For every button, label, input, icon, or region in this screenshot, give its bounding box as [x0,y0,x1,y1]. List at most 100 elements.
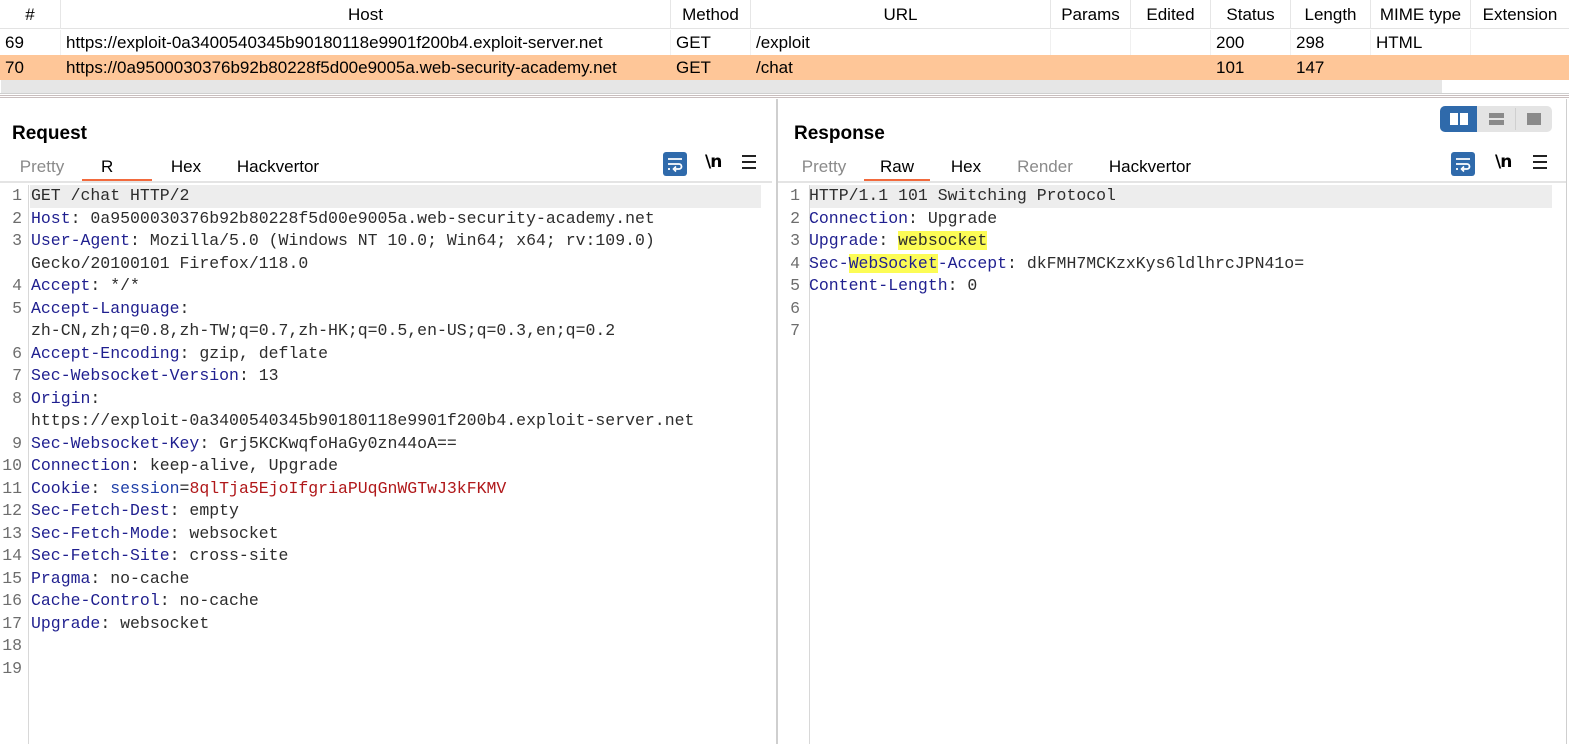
response-editor[interactable]: 1 HTTP/1.1 101 Switching Protocol 2 Connect… [780,185,1552,744]
response-pane: Response Pretty Raw Hex Render Hackverto… [778,98,1569,744]
header-value: : dkFMH7MCKzxKys6ldlhrcJPN41o= [1007,253,1305,273]
line-content: Host: 0a9500030376b92b80228f5d00e9005a.w… [31,208,655,231]
editor-line: 17 Upgrade: websocket [0,613,760,636]
table-header: # Host Method URL Params Edited Status L… [0,0,1569,29]
tab-hex[interactable]: Hex [940,153,992,181]
hamburger-menu-icon[interactable] [1533,152,1547,172]
line-content: Upgrade: websocket [809,230,988,253]
hamburger-menu-icon[interactable] [742,152,756,172]
tab-raw[interactable]: Raw [864,153,930,182]
column-header-status[interactable]: Status [1211,0,1291,29]
editor-line: 2 Connection: Upgrade [780,208,1540,231]
line-content: Connection: keep-alive, Upgrade [31,455,338,478]
header-value: : no-cache [159,591,259,610]
line-number: 3 [12,231,22,250]
editor-line: 6 Accept-Encoding: gzip, deflate [0,343,760,366]
cell-status: 200 [1211,30,1291,55]
header-value: session [110,478,180,498]
tab-raw[interactable]: R [82,153,152,182]
editor-line: 12 Sec-Fetch-Dest: empty [0,500,760,523]
line-content: Accept-Language: [31,298,189,321]
column-header-method[interactable]: Method [671,0,751,29]
line-content: Gecko/20100101 Firefox/118.0 [31,253,308,276]
cell-url: /exploit [751,30,1051,55]
header-value: Gecko/20100101 Firefox/118.0 [31,253,309,273]
line-content: zh-CN,zh;q=0.8,zh-TW;q=0.7,zh-HK;q=0.5,e… [31,320,615,343]
request-pane: Request Pretty R Hex Hackvertor \n 1 GET … [0,98,777,744]
tab-pretty[interactable]: Pretty [8,153,76,181]
column-header-host[interactable]: Host [61,0,671,29]
wrap-lines-button[interactable] [1451,152,1475,176]
column-header-edited[interactable]: Edited [1131,0,1211,29]
line-number: 8 [12,388,22,408]
column-header-mime-type[interactable]: MIME type [1371,0,1471,29]
header-name: Pragma [31,568,91,588]
editor-line: 10 Connection: keep-alive, Upgrade [0,455,760,478]
line-number: 1 [12,186,22,205]
line-number: 10 [2,456,22,475]
line-number: 2 [12,208,22,228]
tab-hackvertor[interactable]: Hackvertor [1100,153,1200,181]
column-header-number[interactable]: # [0,0,61,29]
column-header-length[interactable]: Length [1291,0,1371,29]
cell-extension [1471,55,1569,80]
editor-line: 16 Cache-Control: no-cache [0,590,760,613]
horizontal-scrollbar[interactable] [0,80,1569,94]
cell-mime-type: HTML [1371,30,1471,55]
wrap-lines-icon [668,158,683,173]
layout-stacked-button[interactable] [1478,106,1515,132]
line-number: 19 [2,658,22,678]
cell-length: 298 [1291,30,1371,55]
table-row[interactable]: 69 https://exploit-0a3400540345b90180118… [0,30,1569,55]
header-name: Sec-Fetch-Site [31,546,170,565]
header-value: : 0a9500030376b92b80228f5d00e9005a.web-s… [70,208,655,228]
pane-border [1566,99,1567,744]
editor-line: 11 Cookie: session=8qlTja5EjoIfgriaPUqGnW… [0,478,760,501]
tab-render[interactable]: Render [1008,153,1082,181]
editor-line: 5 Accept-Language: [0,298,760,321]
cell-number: 70 [5,58,24,77]
tab-pretty[interactable]: Pretty [790,153,858,181]
header-name: Connection [31,456,131,475]
tab-hackvertor[interactable]: Hackvertor [228,153,328,181]
line-number: 5 [12,298,22,318]
scrollbar-thumb[interactable] [1,80,1442,93]
show-newlines-button[interactable]: \n [705,152,722,172]
editor-line: Gecko/20100101 Firefox/118.0 [0,253,760,276]
header-name: Cookie [31,478,91,498]
show-newlines-button[interactable]: \n [1495,152,1512,172]
editor-line: 5 Content-Length: 0 [780,275,1540,298]
wrap-lines-button[interactable] [663,152,687,176]
header-value: : Upgrade [908,208,998,228]
header-value: : [179,298,190,318]
line-content: Accept: */* [31,275,140,298]
column-header-params[interactable]: Params [1051,0,1131,29]
header-name: Host [31,208,71,228]
tab-hex[interactable]: Hex [160,153,212,181]
column-header-url[interactable]: URL [751,0,1051,29]
editor-line: 2 Host: 0a9500030376b92b80228f5d00e9005a.… [0,208,760,231]
column-header-extension[interactable]: Extension [1471,0,1569,29]
line-number: 16 [2,591,22,610]
search-highlight: WebSocket [848,253,938,273]
request-editor[interactable]: 1 GET /chat HTTP/2 2 Host: 0a9500030376b92b… [0,185,770,744]
line-content: GET /chat HTTP/2 [31,185,189,208]
line-content: Upgrade: websocket [31,613,209,636]
editor-line: 14 Sec-Fetch-Site: cross-site [0,545,760,568]
table-row-selected[interactable]: 70 https://0a9500030376b92b80228f5d00e90… [0,55,1569,80]
header-name: Upgrade [31,613,101,633]
editor-line: 4 Sec-WebSocket-Accept: dkFMH7MCKzxKys6ld… [780,253,1540,276]
header-value: : [878,231,899,250]
editor-line: zh-CN,zh;q=0.8,zh-TW;q=0.7,zh-HK;q=0.5,e… [0,320,760,343]
line-content: Sec-Websocket-Version: 13 [31,365,279,388]
line-number: 4 [790,253,800,273]
rows-icon [1489,113,1504,125]
layout-side-by-side-button[interactable] [1440,106,1477,132]
line-number: 7 [12,366,22,385]
header-value: : */* [90,276,140,295]
cell-edited [1131,55,1211,80]
editor-line: 13 Sec-Fetch-Mode: websocket [0,523,760,546]
header-value: = [179,478,190,498]
line-content: Sec-Fetch-Mode: websocket [31,523,279,546]
layout-single-button[interactable] [1516,106,1552,132]
